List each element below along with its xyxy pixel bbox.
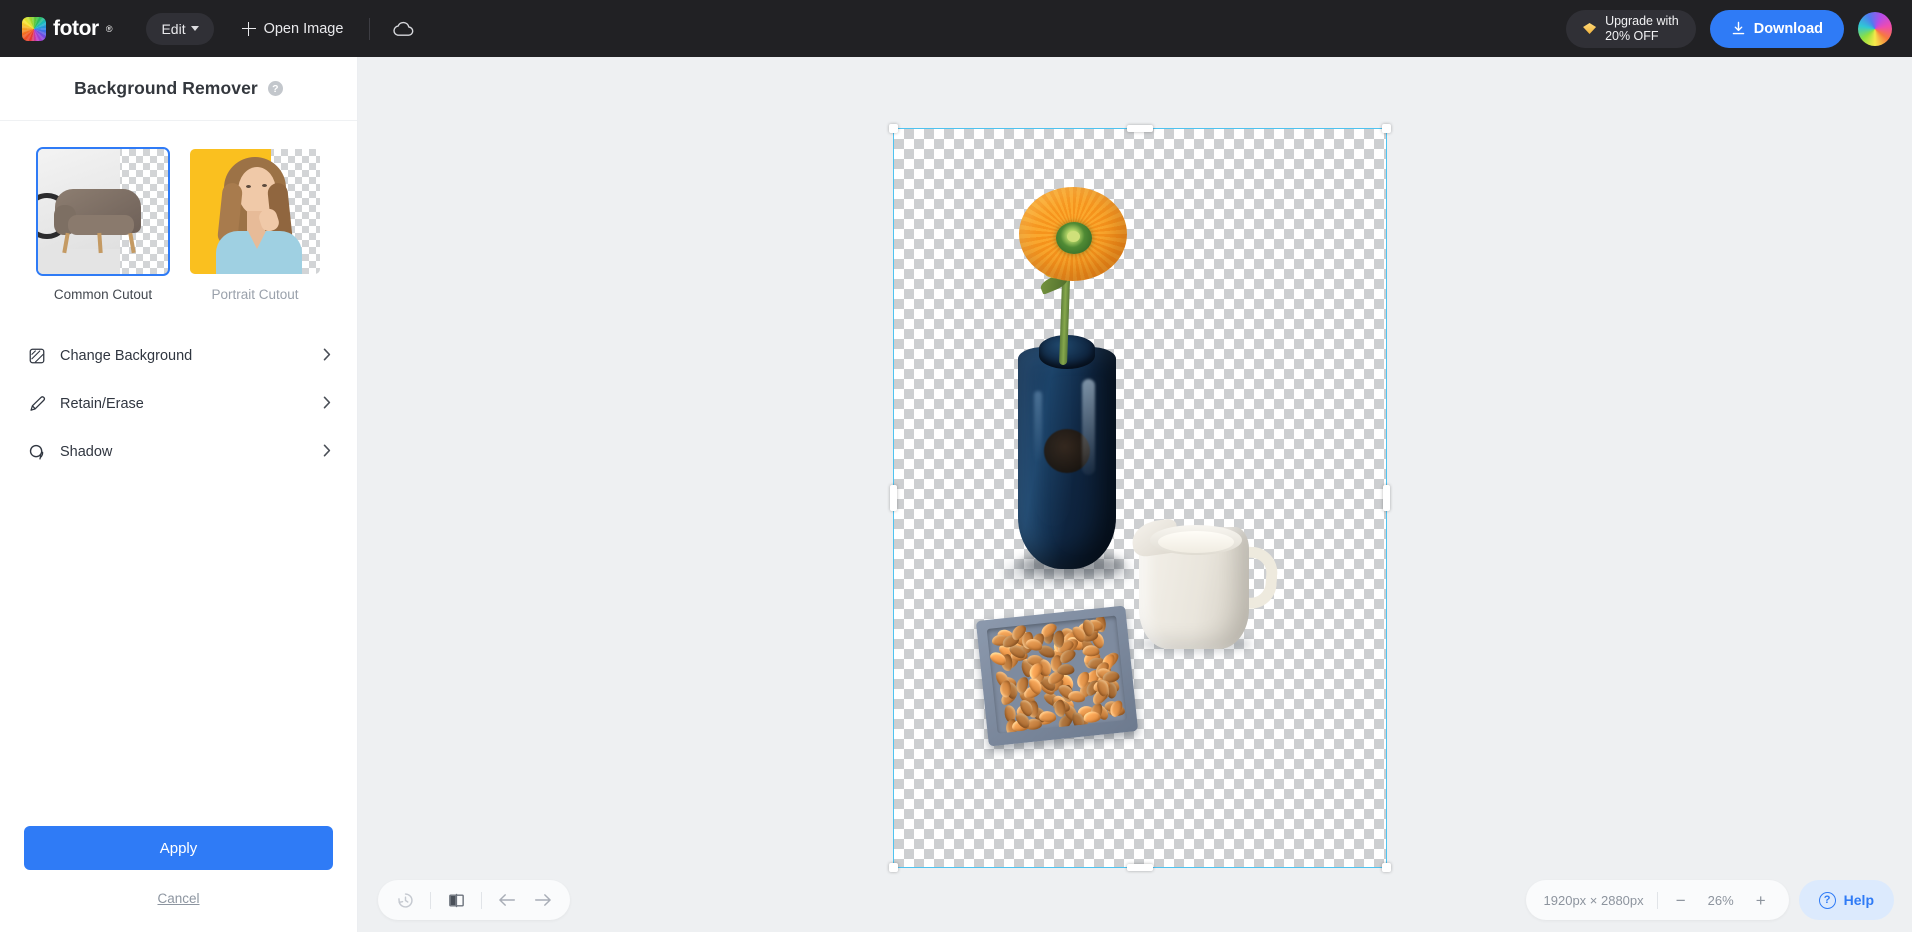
flower-center	[1056, 222, 1092, 254]
menu-item-retain-erase[interactable]: Retain/Erase	[0, 380, 357, 428]
before-after-compare-icon[interactable]	[445, 889, 467, 911]
cutout-artwork	[894, 129, 1386, 867]
download-label: Download	[1753, 20, 1823, 37]
resize-handle-bottom-right[interactable]	[1382, 863, 1391, 872]
panel-footer: Apply Cancel	[0, 826, 357, 932]
help-button[interactable]: ? Help	[1798, 880, 1894, 920]
panel-header: Background Remover ?	[0, 57, 357, 121]
zoom-level-value: 26%	[1707, 892, 1734, 908]
zoom-control-bar: 1920px × 2880px − 26% +	[1525, 880, 1789, 920]
upgrade-line-1: Upgrade with	[1605, 13, 1679, 28]
zoom-divider	[1656, 891, 1658, 909]
canvas-workspace[interactable]: 1920px × 2880px − 26% + ? Help	[358, 57, 1912, 932]
help-circle-icon[interactable]: ?	[267, 81, 283, 96]
resize-handle-left[interactable]	[890, 485, 897, 511]
diamond-icon	[1583, 23, 1597, 34]
jug-milk	[1158, 531, 1234, 553]
resize-handle-right[interactable]	[1383, 485, 1390, 511]
history-clock-icon[interactable]	[394, 889, 416, 911]
apply-button[interactable]: Apply	[24, 826, 333, 870]
edit-menu-button[interactable]: Edit	[146, 12, 214, 45]
canvas-tool-cluster	[378, 880, 570, 920]
pen-eraser-icon	[27, 395, 46, 414]
undo-arrow-icon[interactable]	[496, 889, 518, 911]
tool-options-menu: Change Background Retain/Erase Shadow	[0, 332, 357, 476]
resize-handle-bottom-left[interactable]	[889, 863, 898, 872]
redo-arrow-icon[interactable]	[532, 889, 554, 911]
upgrade-button[interactable]: Upgrade with 20% OFF	[1566, 9, 1696, 48]
cutout-option-label: Common Cutout	[53, 287, 153, 302]
image-artboard[interactable]	[889, 124, 1391, 872]
open-image-button[interactable]: Open Image	[238, 15, 348, 43]
chair-leg	[128, 232, 136, 254]
toolbar-divider	[369, 17, 371, 40]
help-button-label: Help	[1843, 892, 1874, 908]
tray-inner	[986, 615, 1127, 734]
brand-name: fotor	[53, 17, 99, 40]
image-swap-icon	[27, 347, 46, 366]
plus-icon	[241, 21, 256, 36]
almond	[999, 679, 1012, 698]
portrait-eye	[246, 185, 251, 188]
left-tool-panel: Background Remover ? Common Cutout Portr…	[0, 57, 358, 932]
cloud-icon[interactable]	[392, 21, 414, 37]
fotor-app-window: fotor ® Edit Open Image Upgrade with 20%…	[0, 0, 1912, 932]
cutout-option-portrait[interactable]: Portrait Cutout	[190, 149, 320, 302]
menu-item-shadow[interactable]: Shadow	[0, 428, 357, 476]
almond	[1083, 710, 1102, 724]
chevron-right-icon	[323, 348, 331, 365]
resize-handle-top[interactable]	[1127, 125, 1153, 132]
menu-item-label: Shadow	[60, 444, 113, 460]
resize-handle-top-right[interactable]	[1382, 124, 1391, 133]
cutout-option-common[interactable]: Common Cutout	[36, 147, 170, 302]
upgrade-label: Upgrade with 20% OFF	[1605, 14, 1679, 44]
cutout-option-label: Portrait Cutout	[211, 287, 299, 302]
tool-divider	[430, 891, 431, 909]
menu-item-label: Retain/Erase	[60, 396, 144, 412]
avatar[interactable]	[1858, 11, 1892, 46]
cancel-link[interactable]: Cancel	[24, 891, 333, 906]
zoom-in-button[interactable]: +	[1751, 890, 1771, 910]
chevron-right-icon	[323, 396, 331, 413]
common-cutout-thumbnail[interactable]	[36, 147, 170, 276]
almond-tray	[975, 605, 1139, 747]
almond	[1052, 630, 1064, 648]
fotor-logo[interactable]: fotor ®	[22, 16, 113, 41]
upgrade-line-2: 20% OFF	[1605, 28, 1659, 43]
page-title: Background Remover	[74, 78, 258, 98]
menu-item-label: Change Background	[60, 348, 193, 364]
vase-highlight	[1082, 379, 1095, 475]
shadow-icon	[27, 443, 46, 462]
cutout-mode-list: Common Cutout Portrait Cutout	[0, 121, 357, 302]
resize-handle-top-left[interactable]	[889, 124, 898, 133]
tool-divider	[481, 891, 482, 909]
app-body: Background Remover ? Common Cutout Portr…	[0, 57, 1912, 932]
download-icon	[1732, 21, 1744, 35]
menu-item-change-background[interactable]: Change Background	[0, 332, 357, 380]
almond	[1056, 663, 1075, 676]
open-image-label: Open Image	[263, 20, 344, 37]
portrait-eye	[262, 184, 267, 187]
top-navigation-bar: fotor ® Edit Open Image Upgrade with 20%…	[0, 0, 1912, 57]
edit-menu-label: Edit	[161, 20, 186, 37]
download-button[interactable]: Download	[1709, 9, 1844, 48]
resize-handle-bottom[interactable]	[1127, 864, 1153, 871]
chevron-down-icon	[190, 26, 199, 31]
vase-highlight	[1034, 391, 1042, 463]
image-dimensions-label: 1920px × 2880px	[1543, 892, 1644, 908]
portrait-cutout-thumbnail[interactable]	[190, 149, 320, 274]
chevron-right-icon	[323, 444, 331, 461]
zoom-out-button[interactable]: −	[1671, 890, 1691, 910]
fotor-logo-icon	[22, 16, 46, 41]
question-mark-icon: ?	[1818, 891, 1836, 909]
topbar-right-group: Upgrade with 20% OFF Download	[1566, 9, 1892, 48]
chair-floor	[38, 249, 120, 274]
canvas-status-cluster: 1920px × 2880px − 26% + ? Help	[1525, 880, 1894, 920]
registered-mark: ®	[105, 23, 113, 34]
